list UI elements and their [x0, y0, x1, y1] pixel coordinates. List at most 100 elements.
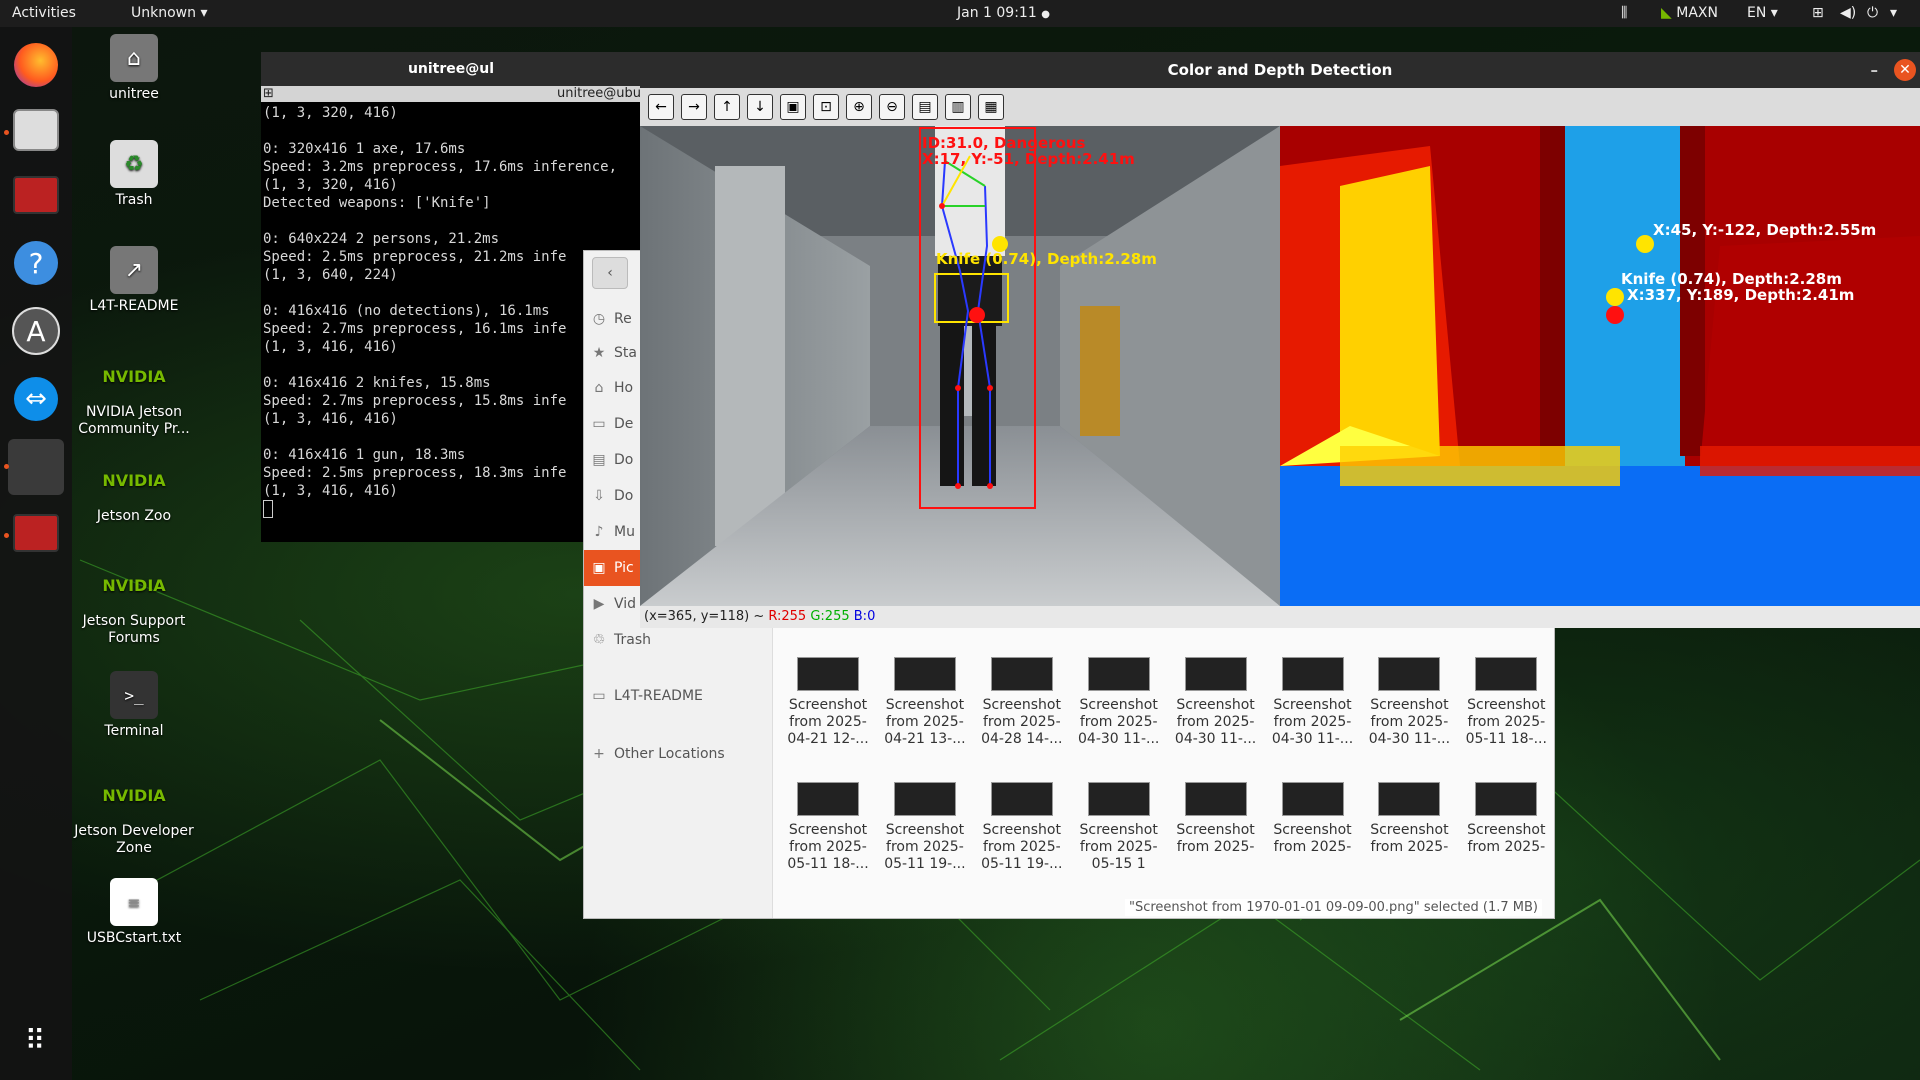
- desktop-icon-nvidia-community[interactable]: NVIDIA NVIDIA Jetson Community Pr...: [74, 352, 194, 438]
- file-name-line: Screenshot: [1467, 697, 1546, 713]
- sidebar-item-label: De: [614, 416, 634, 432]
- zoom-image-button[interactable]: ▣: [780, 94, 806, 120]
- download-icon: ⇩: [593, 488, 605, 504]
- terminal-title[interactable]: unitree@ul: [261, 52, 641, 86]
- video-icon: ▶: [593, 596, 605, 612]
- desktop-icon-terminal[interactable]: >_ Terminal: [74, 671, 194, 740]
- show-apps-button[interactable]: ⠿: [8, 1012, 64, 1068]
- file-name-line: 05-11 18-...: [1465, 731, 1547, 747]
- file-thumbnail: [1087, 782, 1150, 816]
- file-name-line: Screenshot: [982, 697, 1061, 713]
- sidebar-item[interactable]: ▭ L4T-README: [584, 678, 772, 714]
- nvidia-icon: ◣: [1661, 5, 1672, 21]
- file-name-line: from 2025-: [1273, 839, 1352, 855]
- teamviewer-launcher[interactable]: ⇔: [8, 371, 64, 427]
- sidebar-item-label: Ho: [614, 380, 634, 396]
- viewer-titlebar[interactable]: Color and Depth Detection – ✕: [640, 52, 1920, 88]
- desktop-icon-usbcstart[interactable]: ≡ USBCstart.txt: [74, 878, 194, 947]
- file-item[interactable]: Screenshot from 2025-: [1361, 782, 1457, 873]
- file-thumbnail: [893, 657, 956, 691]
- file-item[interactable]: Screenshot from 2025-: [1458, 782, 1554, 873]
- file-thumbnail: [1184, 782, 1247, 816]
- app-menu[interactable]: Unknown ▾: [131, 5, 207, 21]
- file-item[interactable]: Screenshot from 2025- 05-15 1: [1071, 782, 1167, 873]
- file-item[interactable]: Screenshot from 2025- 04-21 13-...: [877, 657, 973, 748]
- app-launcher-red[interactable]: [8, 167, 64, 223]
- split-icon[interactable]: ⊞: [263, 86, 274, 102]
- language-menu[interactable]: EN ▾: [1747, 5, 1778, 21]
- pillar: [715, 166, 785, 546]
- network-icon[interactable]: ⊞: [1812, 5, 1824, 21]
- desktop-icon-jetson-support[interactable]: NVIDIA Jetson Support Forums: [74, 561, 194, 647]
- power-mode-menu[interactable]: ◣ MAXN: [1661, 5, 1718, 21]
- file-item[interactable]: Screenshot from 2025- 04-30 11-...: [1361, 657, 1457, 748]
- pixel-blue: B:0: [853, 609, 876, 624]
- save-icon: ▤: [918, 99, 932, 115]
- copy-button[interactable]: ▥: [945, 94, 971, 120]
- file-thumbnail: [990, 782, 1053, 816]
- file-name-line: 05-11 18-...: [787, 856, 869, 872]
- file-item[interactable]: Screenshot from 2025-: [1168, 782, 1264, 873]
- zoom-in-button[interactable]: ⊕: [846, 94, 872, 120]
- pixel-green: G:255: [810, 609, 850, 624]
- desktop-icon-jetson-zoo[interactable]: NVIDIA Jetson Zoo: [74, 456, 194, 525]
- zoom-out-button[interactable]: ⊖: [879, 94, 905, 120]
- file-name-line: from 2025-: [886, 714, 964, 730]
- file-item[interactable]: Screenshot from 2025- 05-11 18-...: [1458, 657, 1554, 748]
- file-item[interactable]: Screenshotfrom 2025-04-21 12-...: [780, 657, 876, 748]
- pan-left-button[interactable]: ←: [648, 94, 674, 120]
- text-file-icon: ≡: [110, 878, 158, 926]
- pan-down-button[interactable]: ↓: [747, 94, 773, 120]
- chevron-down-icon[interactable]: ▾: [1890, 5, 1897, 21]
- desktop-icon-trash[interactable]: ♻ Trash: [74, 140, 194, 209]
- desktop-icon-home[interactable]: ⌂ unitree: [74, 34, 194, 103]
- indicator-icon[interactable]: ⫼: [1621, 5, 1627, 21]
- file-thumbnail: [1281, 657, 1344, 691]
- sidebar-item[interactable]: + Other Locations: [584, 736, 772, 772]
- pan-right-button[interactable]: →: [681, 94, 707, 120]
- power-icon[interactable]: ⏻: [1867, 5, 1878, 21]
- file-item[interactable]: Screenshot from 2025- 05-11 18-...: [780, 782, 876, 873]
- depth-coords-label-1: X:45, Y:-122, Depth:2.55m: [1653, 221, 1876, 239]
- file-name-line: Screenshot: [1079, 697, 1158, 713]
- file-item[interactable]: Screenshot from 2025- 04-30 11-...: [1265, 657, 1361, 748]
- terminal-line: Detected weapons: ['Knife']: [263, 195, 491, 211]
- file-item[interactable]: Screenshot from 2025- 04-30 11-...: [1168, 657, 1264, 748]
- file-item[interactable]: Screenshot from 2025- 05-11 19-...: [877, 782, 973, 873]
- software-launcher[interactable]: A: [8, 303, 64, 359]
- file-item[interactable]: Screenshot from 2025- 05-11 19-...: [974, 782, 1070, 873]
- clock[interactable]: Jan 1 09:11 ●: [957, 5, 1050, 21]
- file-name-line: Screenshot: [885, 822, 965, 838]
- image-canvas[interactable]: ID:31.0, Dangerous X:17, Y:-51, Depth:2.…: [640, 126, 1920, 606]
- desktop-icon-label: USBCstart.txt: [86, 930, 182, 946]
- arrow-up-icon: ↑: [721, 99, 733, 115]
- back-button[interactable]: ‹: [592, 257, 628, 289]
- file-item[interactable]: Screenshot from 2025- 04-28 14-...: [974, 657, 1070, 748]
- detection-images: ID:31.0, Dangerous X:17, Y:-51, Depth:2.…: [640, 126, 1920, 606]
- pan-up-button[interactable]: ↑: [714, 94, 740, 120]
- fit-image-button[interactable]: ⊡: [813, 94, 839, 120]
- active-app-slot[interactable]: [8, 439, 64, 495]
- close-button[interactable]: ✕: [1894, 59, 1916, 81]
- terminal-tab-bar[interactable]: ⊞ unitree@ubu: [261, 86, 641, 102]
- sidebar-item-label: Mu: [614, 524, 635, 540]
- viewer-window[interactable]: Color and Depth Detection – ✕ ← → ↑ ↓ ▣ …: [640, 52, 1920, 628]
- file-name-line: 05-11 19-...: [884, 856, 966, 872]
- properties-button[interactable]: ▦: [978, 94, 1004, 120]
- minimize-icon[interactable]: –: [1871, 52, 1879, 88]
- file-name-line: from 2025-: [1176, 839, 1255, 855]
- app-launcher-red-2[interactable]: [8, 505, 64, 561]
- sidebar-item-label: Trash: [614, 632, 651, 648]
- file-item[interactable]: Screenshot from 2025- 04-30 11-...: [1071, 657, 1167, 748]
- save-button[interactable]: ▤: [912, 94, 938, 120]
- desktop-icon-jetson-devzone[interactable]: NVIDIA Jetson Developer Zone: [74, 771, 194, 857]
- file-item[interactable]: Screenshot from 2025-: [1265, 782, 1361, 873]
- activities-button[interactable]: Activities: [12, 5, 76, 21]
- file-name-line: Screenshot: [788, 822, 868, 838]
- help-launcher[interactable]: ?: [8, 235, 64, 291]
- desktop-icon-l4t-readme[interactable]: ↗ L4T-README: [74, 246, 194, 315]
- firefox-launcher[interactable]: [8, 37, 64, 93]
- document-icon: ▤: [592, 452, 606, 468]
- volume-icon[interactable]: ◀): [1840, 5, 1856, 21]
- files-launcher[interactable]: [8, 102, 64, 158]
